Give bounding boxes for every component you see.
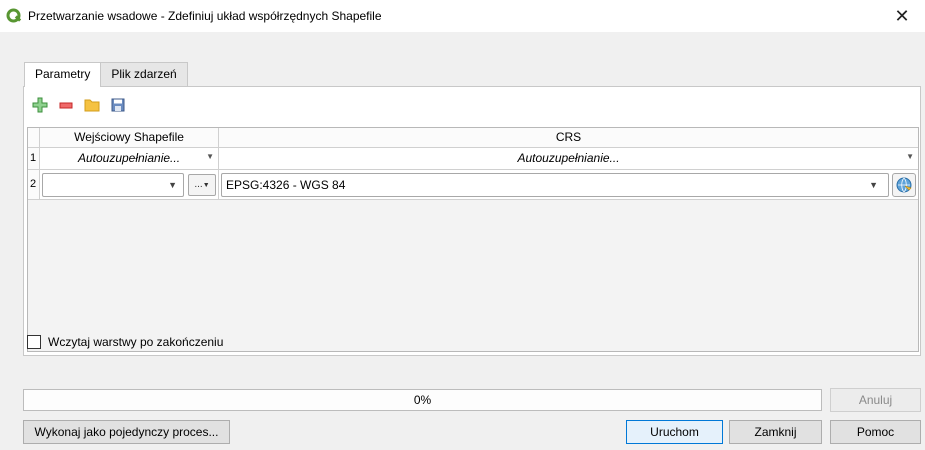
row-number-1[interactable]: 1 bbox=[28, 148, 40, 170]
cancel-button[interactable]: Anuluj bbox=[830, 388, 921, 412]
close-window-button[interactable]: ✕ bbox=[879, 0, 925, 32]
chevron-down-icon: ▼ bbox=[906, 152, 914, 161]
globe-icon bbox=[896, 177, 912, 193]
browse-button-label: ... bbox=[194, 179, 203, 190]
batch-toolbar bbox=[30, 95, 128, 115]
column-header-input[interactable]: Wejściowy Shapefile bbox=[40, 128, 219, 148]
run-single-process-button[interactable]: Wykonaj jako pojedynczy proces... bbox=[23, 420, 230, 444]
progress-text: 0% bbox=[413, 393, 432, 407]
chevron-down-icon: ▼ bbox=[168, 180, 177, 190]
row-number-2[interactable]: 2 bbox=[28, 170, 40, 200]
chevron-down-icon: ▼ bbox=[206, 152, 214, 161]
add-row-button[interactable] bbox=[30, 95, 50, 115]
corner-header bbox=[28, 128, 40, 148]
save-icon bbox=[111, 98, 125, 112]
close-button[interactable]: Zamknij bbox=[729, 420, 822, 444]
title-bar: Przetwarzanie wsadowe - Zdefiniuj układ … bbox=[0, 0, 925, 32]
load-layers-label: Wczytaj warstwy po zakończeniu bbox=[48, 335, 224, 349]
input-cell: ▼ ...▼ bbox=[40, 170, 219, 200]
run-button[interactable]: Uruchom bbox=[626, 420, 723, 444]
chevron-down-icon: ▼ bbox=[202, 182, 210, 189]
tab-log[interactable]: Plik zdarzeń bbox=[100, 62, 188, 86]
close-icon: ✕ bbox=[894, 5, 910, 26]
chevron-down-icon: ▼ bbox=[869, 180, 878, 190]
select-crs-button[interactable] bbox=[892, 173, 916, 197]
autofill-input-cell[interactable]: Autouzupełnianie... ▼ bbox=[40, 148, 219, 170]
tab-bar: Parametry Plik zdarzeń bbox=[24, 62, 188, 87]
tab-parameters[interactable]: Parametry bbox=[24, 62, 102, 87]
load-layers-option: Wczytaj warstwy po zakończeniu bbox=[27, 335, 223, 349]
autofill-input-label: Autouzupełnianie... bbox=[77, 151, 181, 165]
input-layer-combobox[interactable]: ▼ bbox=[42, 173, 184, 197]
crs-combobox[interactable]: EPSG:4326 - WGS 84 ▼ bbox=[221, 173, 889, 197]
save-button[interactable] bbox=[108, 95, 128, 115]
help-button[interactable]: Pomoc bbox=[830, 420, 921, 444]
progress-bar: 0% bbox=[23, 389, 822, 411]
column-header-crs[interactable]: CRS bbox=[219, 128, 918, 148]
load-layers-checkbox[interactable] bbox=[27, 335, 41, 349]
qgis-logo-icon bbox=[6, 8, 22, 24]
crs-cell: EPSG:4326 - WGS 84 ▼ bbox=[219, 170, 918, 200]
add-row-icon bbox=[32, 97, 48, 113]
remove-row-button[interactable] bbox=[56, 95, 76, 115]
open-file-button[interactable] bbox=[82, 95, 102, 115]
crs-value: EPSG:4326 - WGS 84 bbox=[226, 178, 346, 192]
autofill-crs-cell[interactable]: Autouzupełnianie... ▼ bbox=[219, 148, 918, 170]
parameters-panel: Wejściowy Shapefile CRS 1 Autouzupełnian… bbox=[23, 86, 921, 356]
window-title: Przetwarzanie wsadowe - Zdefiniuj układ … bbox=[28, 9, 382, 23]
open-folder-icon bbox=[84, 99, 100, 112]
autofill-crs-label: Autouzupełnianie... bbox=[517, 151, 620, 165]
browse-button[interactable]: ...▼ bbox=[188, 174, 216, 196]
remove-row-icon bbox=[59, 102, 73, 109]
batch-table: Wejściowy Shapefile CRS 1 Autouzupełnian… bbox=[27, 127, 919, 352]
